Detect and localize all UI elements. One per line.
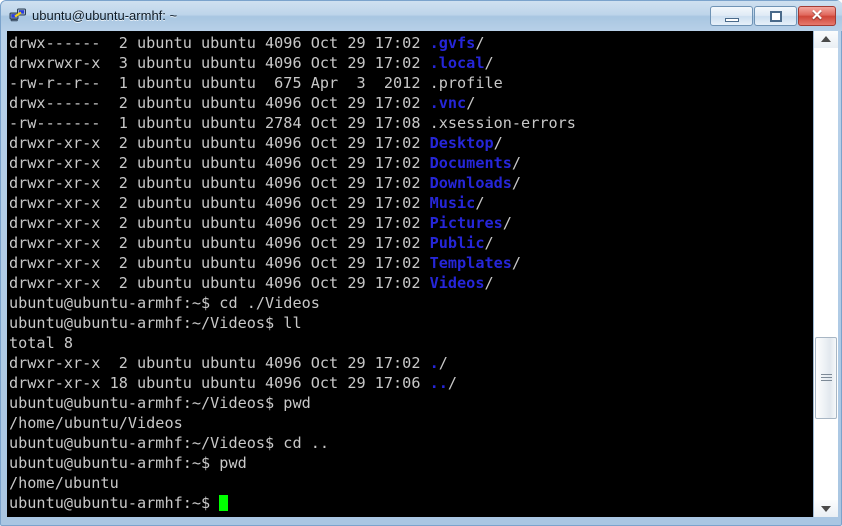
terminal-text: / [447, 374, 458, 392]
terminal-line-out-pwd-home: /home/ubuntu [9, 473, 576, 493]
terminal-text: / [475, 34, 485, 52]
terminal-line-cmd-pwd-home: ubuntu@ubuntu-armhf:~$ pwd [9, 453, 576, 473]
terminal-text: drwxr-xr-x 2 ubuntu ubuntu 4096 Oct 29 1… [9, 274, 430, 292]
directory-name: Downloads [429, 174, 512, 192]
terminal-text: drwxr-xr-x 2 ubuntu ubuntu 4096 Oct 29 1… [9, 214, 430, 232]
terminal-text: drwxr-xr-x 2 ubuntu ubuntu 4096 Oct 29 1… [9, 354, 430, 372]
directory-name: Documents [429, 154, 512, 172]
scrollbar-grip-icon [821, 374, 832, 383]
directory-name: Videos [429, 274, 485, 292]
directory-name: . [429, 354, 439, 372]
terminal-text: -rw------- 1 ubuntu ubuntu 2784 Oct 29 1… [9, 114, 576, 132]
terminal-text: drwxr-xr-x 2 ubuntu ubuntu 4096 Oct 29 1… [9, 194, 430, 212]
terminal-text: / [484, 54, 494, 72]
terminal-text: drwx------ 2 ubuntu ubuntu 4096 Oct 29 1… [9, 34, 430, 52]
terminal-line-ls-profile: -rw-r--r-- 1 ubuntu ubuntu 675 Apr 3 201… [9, 73, 576, 93]
minimize-button[interactable] [710, 6, 753, 26]
terminal-text: drwxr-xr-x 2 ubuntu ubuntu 4096 Oct 29 1… [9, 234, 430, 252]
terminal-text: / [438, 354, 448, 372]
terminal-text: drwxr-xr-x 2 ubuntu ubuntu 4096 Oct 29 1… [9, 134, 430, 152]
terminal-text: / [493, 134, 503, 152]
terminal-line-out-total: total 8 [9, 333, 576, 353]
terminal-line-ls-gvfs: drwx------ 2 ubuntu ubuntu 4096 Oct 29 1… [9, 33, 576, 53]
terminal-text: drwxr-xr-x 2 ubuntu ubuntu 4096 Oct 29 1… [9, 254, 430, 272]
window-title: ubuntu@ubuntu-armhf: ~ [32, 8, 178, 23]
directory-name: .gvfs [429, 34, 476, 52]
terminal-text: / [475, 194, 485, 212]
directory-name: Templates [429, 254, 512, 272]
terminal-line-cmd-cd-up: ubuntu@ubuntu-armhf:~/Videos$ cd .. [9, 433, 576, 453]
terminal-scrollbar[interactable] [813, 31, 838, 517]
terminal-text: drwxr-xr-x 2 ubuntu ubuntu 4096 Oct 29 1… [9, 174, 430, 192]
directory-name: .vnc [429, 94, 467, 112]
scroll-up-arrow-icon [821, 36, 831, 42]
terminal-text: ubuntu@ubuntu-armhf:~/Videos$ cd .. [9, 434, 330, 452]
close-button[interactable]: ✕ [798, 6, 836, 26]
terminal-line-ls-templates: drwxr-xr-x 2 ubuntu ubuntu 4096 Oct 29 1… [9, 253, 576, 273]
scroll-down-arrow-icon [821, 506, 831, 512]
directory-name: Public [429, 234, 485, 252]
directory-name: Desktop [429, 134, 494, 152]
terminal-line-ls-dot: drwxr-xr-x 2 ubuntu ubuntu 4096 Oct 29 1… [9, 353, 576, 373]
terminal-line-ls-music: drwxr-xr-x 2 ubuntu ubuntu 4096 Oct 29 1… [9, 193, 576, 213]
terminal-text: /home/ubuntu/Videos [9, 414, 183, 432]
terminal-line-ls-dotdot: drwxr-xr-x 18 ubuntu ubuntu 4096 Oct 29 … [9, 373, 576, 393]
title-bar[interactable]: ubuntu@ubuntu-armhf: ~ ✕ [1, 1, 842, 31]
directory-name: Pictures [429, 214, 503, 232]
terminal-text: ubuntu@ubuntu-armhf:~$ [9, 494, 220, 512]
terminal-text: drwxr-xr-x 2 ubuntu ubuntu 4096 Oct 29 1… [9, 154, 430, 172]
terminal-text: / [511, 174, 522, 192]
terminal-line-ls-documents: drwxr-xr-x 2 ubuntu ubuntu 4096 Oct 29 1… [9, 153, 576, 173]
terminal-text: drwx------ 2 ubuntu ubuntu 4096 Oct 29 1… [9, 94, 430, 112]
terminal-cursor [219, 495, 229, 511]
terminal-text: / [511, 154, 522, 172]
minimize-icon [725, 18, 739, 22]
terminal-text: ubuntu@ubuntu-armhf:~$ cd ./Videos [9, 294, 320, 312]
terminal-text: drwxrwxr-x 3 ubuntu ubuntu 4096 Oct 29 1… [9, 54, 430, 72]
terminal-line-cmd-ll: ubuntu@ubuntu-armhf:~/Videos$ ll [9, 313, 576, 333]
terminal-text: / [466, 94, 476, 112]
terminal-window: ubuntu@ubuntu-armhf: ~ ✕ drwx------ 2 ub… [0, 0, 842, 526]
terminal-text: / [484, 274, 494, 292]
terminal-text: drwxr-xr-x 18 ubuntu ubuntu 4096 Oct 29 … [9, 374, 430, 392]
terminal-line-out-pwd-videos: /home/ubuntu/Videos [9, 413, 576, 433]
terminal-line-cmd-pwd-videos: ubuntu@ubuntu-armhf:~/Videos$ pwd [9, 393, 576, 413]
terminal-line-ls-vnc: drwx------ 2 ubuntu ubuntu 4096 Oct 29 1… [9, 93, 576, 113]
terminal-line-prompt-active: ubuntu@ubuntu-armhf:~$ [9, 493, 576, 513]
terminal-line-ls-local: drwxrwxr-x 3 ubuntu ubuntu 4096 Oct 29 1… [9, 53, 576, 73]
terminal-line-ls-downloads: drwxr-xr-x 2 ubuntu ubuntu 4096 Oct 29 1… [9, 173, 576, 193]
scroll-down-button[interactable] [814, 500, 838, 517]
terminal-line-ls-videos: drwxr-xr-x 2 ubuntu ubuntu 4096 Oct 29 1… [9, 273, 576, 293]
scrollbar-thumb[interactable] [815, 337, 837, 419]
terminal-output: drwx------ 2 ubuntu ubuntu 4096 Oct 29 1… [9, 33, 576, 513]
terminal-text: -rw-r--r-- 1 ubuntu ubuntu 675 Apr 3 201… [9, 74, 503, 92]
maximize-icon [770, 11, 782, 22]
terminal-text: ubuntu@ubuntu-armhf:~$ pwd [9, 454, 247, 472]
terminal-text: total 8 [9, 334, 74, 352]
terminal-line-ls-pictures: drwxr-xr-x 2 ubuntu ubuntu 4096 Oct 29 1… [9, 213, 576, 233]
scroll-up-button[interactable] [814, 31, 838, 48]
terminal-text: /home/ubuntu [9, 474, 119, 492]
directory-name: .. [429, 374, 448, 392]
terminal-line-ls-xsession-errors: -rw------- 1 ubuntu ubuntu 2784 Oct 29 1… [9, 113, 576, 133]
scrollbar-track[interactable] [814, 48, 838, 500]
terminal-line-cmd-cd-videos: ubuntu@ubuntu-armhf:~$ cd ./Videos [9, 293, 576, 313]
terminal-network-icon [9, 7, 27, 25]
close-icon: ✕ [810, 7, 824, 24]
maximize-button[interactable] [754, 6, 797, 26]
directory-name: Music [429, 194, 476, 212]
terminal-text: / [484, 234, 494, 252]
terminal-text: / [502, 214, 512, 232]
terminal-screen[interactable]: drwx------ 2 ubuntu ubuntu 4096 Oct 29 1… [7, 31, 813, 517]
terminal-text: ubuntu@ubuntu-armhf:~/Videos$ pwd [9, 394, 311, 412]
terminal-text: ubuntu@ubuntu-armhf:~/Videos$ ll [9, 314, 302, 332]
terminal-line-ls-public: drwxr-xr-x 2 ubuntu ubuntu 4096 Oct 29 1… [9, 233, 576, 253]
terminal-text: / [511, 254, 522, 272]
terminal-line-ls-desktop: drwxr-xr-x 2 ubuntu ubuntu 4096 Oct 29 1… [9, 133, 576, 153]
directory-name: .local [429, 54, 485, 72]
